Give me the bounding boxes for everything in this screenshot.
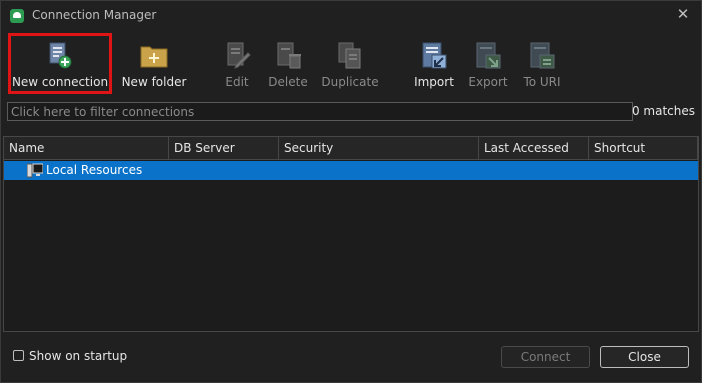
close-button[interactable]: Close (600, 346, 689, 368)
edit-label: Edit (225, 75, 249, 89)
window-close-icon[interactable]: ✕ (674, 5, 692, 23)
to-uri-label: To URI (523, 75, 561, 89)
new-folder-button[interactable]: New folder (119, 33, 189, 95)
new-folder-label: New folder (121, 75, 187, 89)
app-logo-icon (10, 9, 24, 23)
show-on-startup-label[interactable]: Show on startup (29, 349, 127, 363)
import-button[interactable]: Import (411, 33, 457, 95)
row-name: Local Resources (46, 163, 143, 177)
window-title: Connection Manager (32, 8, 157, 22)
column-header-security[interactable]: Security (279, 137, 479, 159)
export-label: Export (468, 75, 508, 89)
computer-icon (27, 163, 43, 178)
delete-label: Delete (268, 75, 308, 89)
filter-input[interactable]: Click here to filter connections (7, 102, 633, 121)
toolbar: New connection New folder Edit Delete Du… (1, 33, 701, 95)
highlight-box (8, 33, 112, 94)
delete-button[interactable]: Delete (265, 33, 311, 95)
import-label: Import (414, 75, 454, 89)
column-header-last-accessed[interactable]: Last Accessed (479, 137, 589, 159)
connections-table[interactable]: Name DB Server Security Last Accessed Sh… (3, 136, 699, 332)
to-uri-icon (530, 42, 555, 69)
match-count: 0 matches (631, 104, 695, 118)
to-uri-button[interactable]: To URI (519, 33, 565, 95)
column-header-db-server[interactable]: DB Server (169, 137, 279, 159)
edit-icon (227, 42, 251, 69)
table-header: Name DB Server Security Last Accessed Sh… (4, 137, 698, 160)
duplicate-button[interactable]: Duplicate (319, 33, 381, 95)
show-on-startup-checkbox[interactable] (13, 350, 24, 361)
table-row[interactable]: Local Resources (4, 161, 698, 180)
duplicate-icon (338, 42, 361, 69)
connect-button[interactable]: Connect (501, 346, 590, 368)
connection-manager-window: Connection Manager ✕ New connection New … (0, 0, 702, 383)
column-header-shortcut[interactable]: Shortcut (589, 137, 698, 159)
export-icon (476, 42, 501, 69)
import-icon (422, 42, 447, 69)
duplicate-label: Duplicate (321, 75, 379, 89)
column-header-name[interactable]: Name (4, 137, 169, 159)
new-folder-icon (140, 46, 168, 68)
edit-button[interactable]: Edit (215, 33, 259, 95)
delete-icon (277, 42, 301, 69)
export-button[interactable]: Export (465, 33, 511, 95)
title-bar: Connection Manager ✕ (1, 1, 701, 31)
